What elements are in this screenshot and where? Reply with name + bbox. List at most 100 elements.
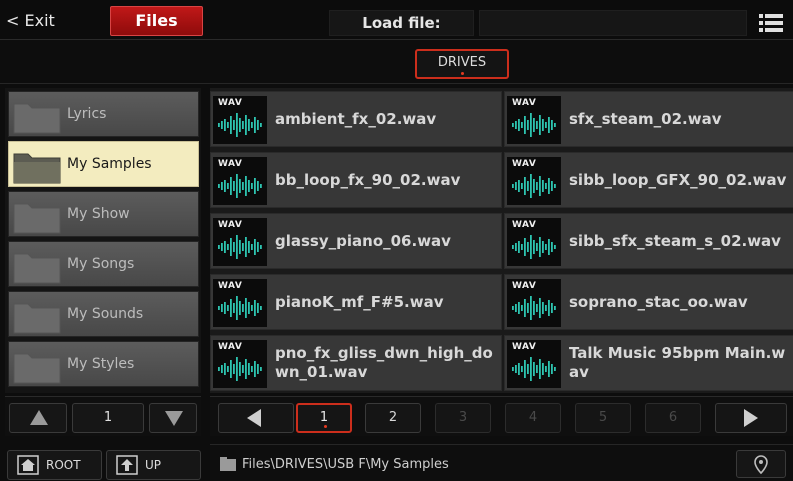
- folder-label: Lyrics: [67, 106, 107, 122]
- folder-label: My Styles: [67, 356, 135, 372]
- folder-icon: [13, 203, 61, 234]
- file-item[interactable]: WAV Talk Music 95bpm Main.wav: [504, 335, 793, 391]
- page-number: 1: [319, 410, 329, 425]
- page-button-1[interactable]: 1: [296, 403, 352, 433]
- file-item[interactable]: WAV pianoK_mf_F#5.wav: [210, 274, 502, 330]
- drives-label: DRIVES: [437, 55, 487, 70]
- waveform-icon: [512, 174, 556, 198]
- wav-file-icon: WAV: [213, 157, 267, 205]
- exit-button[interactable]: < Exit: [6, 8, 55, 34]
- folder-icon: [13, 303, 61, 334]
- file-name: pianoK_mf_F#5.wav: [275, 292, 444, 311]
- drives-button[interactable]: DRIVES: [415, 49, 509, 79]
- waveform-icon: [218, 357, 262, 381]
- waveform-icon: [218, 113, 262, 137]
- menu-list-icon[interactable]: [759, 13, 783, 33]
- waveform-icon: [218, 174, 262, 198]
- file-type-tag: WAV: [218, 342, 243, 352]
- folder-label: My Show: [67, 206, 130, 222]
- file-name: pno_fx_gliss_dwn_high_down_01.wav: [275, 344, 493, 381]
- file-type-tag: WAV: [218, 159, 243, 169]
- file-item[interactable]: WAV sibb_loop_GFX_90_02.wav: [504, 152, 793, 208]
- page-button-4[interactable]: 4: [505, 403, 561, 433]
- folder-page-down-button[interactable]: [149, 403, 197, 433]
- page-number: 6: [668, 410, 678, 425]
- file-type-tag: WAV: [218, 220, 243, 230]
- root-label: ROOT: [46, 458, 81, 472]
- top-bar: < Exit Files Load file:: [0, 0, 793, 40]
- page-number: 3: [458, 410, 468, 425]
- wav-file-icon: WAV: [507, 279, 561, 327]
- file-item[interactable]: WAV soprano_stac_oo.wav: [504, 274, 793, 330]
- up-button[interactable]: UP: [106, 450, 201, 480]
- folder-icon: [13, 103, 61, 134]
- folder-item-my-show[interactable]: My Show: [8, 191, 199, 237]
- folder-label: My Songs: [67, 256, 135, 272]
- waveform-icon: [218, 235, 262, 259]
- active-indicator-dot: [324, 425, 327, 428]
- page-button-6[interactable]: 6: [645, 403, 701, 433]
- file-item[interactable]: WAV glassy_piano_06.wav: [210, 213, 502, 269]
- waveform-icon: [512, 235, 556, 259]
- folder-icon: [13, 353, 61, 384]
- status-bar: Files\DRIVES\USB F\My Samples: [210, 444, 793, 481]
- page-number: 4: [528, 410, 538, 425]
- folder-label: My Sounds: [67, 306, 144, 322]
- folder-label: My Samples: [67, 156, 152, 172]
- folder-item-my-songs[interactable]: My Songs: [8, 241, 199, 287]
- file-name: Talk Music 95bpm Main.wav: [569, 344, 786, 381]
- file-name: sibb_loop_GFX_90_02.wav: [569, 170, 787, 189]
- folder-item-my-sounds[interactable]: My Sounds: [8, 291, 199, 337]
- file-name: glassy_piano_06.wav: [275, 231, 451, 250]
- wav-file-icon: WAV: [213, 279, 267, 327]
- triangle-left-icon: [247, 409, 261, 427]
- triangle-up-icon: [30, 410, 48, 425]
- wav-file-icon: WAV: [213, 96, 267, 144]
- previous-page-button[interactable]: [218, 403, 294, 433]
- folder-item-my-samples[interactable]: My Samples: [8, 141, 199, 187]
- page-button-2[interactable]: 2: [365, 403, 421, 433]
- drives-bar: DRIVES: [0, 44, 793, 84]
- current-path: Files\DRIVES\USB F\My Samples: [242, 457, 449, 472]
- arrow-up-icon: [116, 455, 138, 475]
- load-file-label: Load file:: [329, 10, 474, 36]
- next-page-button[interactable]: [715, 403, 787, 433]
- file-item[interactable]: WAV bb_loop_fx_90_02.wav: [210, 152, 502, 208]
- folder-icon: [13, 253, 61, 284]
- file-name: sfx_steam_02.wav: [569, 109, 722, 128]
- wav-file-icon: WAV: [507, 218, 561, 266]
- file-name: soprano_stac_oo.wav: [569, 292, 748, 311]
- file-type-tag: WAV: [512, 98, 537, 108]
- page-button-5[interactable]: 5: [575, 403, 631, 433]
- file-item[interactable]: WAV pno_fx_gliss_dwn_high_down_01.wav: [210, 335, 502, 391]
- load-file-field[interactable]: [479, 10, 747, 36]
- location-pin-icon: [754, 455, 768, 475]
- page-number: 5: [598, 410, 608, 425]
- folder-item-lyrics[interactable]: Lyrics: [8, 91, 199, 137]
- file-type-tag: WAV: [512, 159, 537, 169]
- root-button[interactable]: ROOT: [7, 450, 102, 480]
- files-tab-button[interactable]: Files: [110, 6, 203, 36]
- file-item[interactable]: WAV ambient_fx_02.wav: [210, 91, 502, 147]
- file-type-tag: WAV: [218, 98, 243, 108]
- file-grid: WAV ambient_fx_02.wav WAV sfx_steam_02.wav W…: [210, 88, 793, 393]
- file-type-tag: WAV: [512, 220, 537, 230]
- wav-file-icon: WAV: [507, 96, 561, 144]
- triangle-down-icon: [165, 411, 183, 426]
- waveform-icon: [512, 113, 556, 137]
- folder-pager: 1: [5, 396, 201, 436]
- wav-file-icon: WAV: [213, 218, 267, 266]
- wav-file-icon: WAV: [213, 340, 267, 388]
- file-type-tag: WAV: [512, 342, 537, 352]
- file-name: sibb_sfx_steam_s_02.wav: [569, 231, 781, 250]
- file-item[interactable]: WAV sfx_steam_02.wav: [504, 91, 793, 147]
- page-number: 2: [388, 410, 398, 425]
- file-type-tag: WAV: [512, 281, 537, 291]
- waveform-icon: [512, 296, 556, 320]
- folder-item-my-styles[interactable]: My Styles: [8, 341, 199, 387]
- folder-path-icon: [220, 457, 236, 471]
- location-button[interactable]: [736, 450, 786, 478]
- folder-page-up-button[interactable]: [9, 403, 67, 433]
- page-button-3[interactable]: 3: [435, 403, 491, 433]
- file-item[interactable]: WAV sibb_sfx_steam_s_02.wav: [504, 213, 793, 269]
